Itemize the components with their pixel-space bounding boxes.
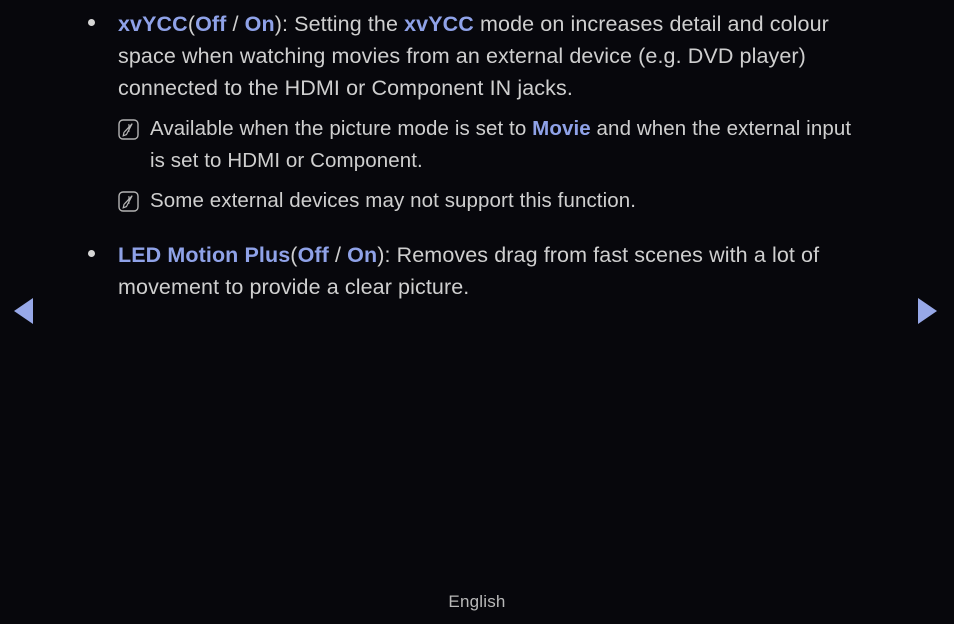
- next-page-arrow[interactable]: [912, 298, 940, 326]
- setting-title-led-motion-plus: LED Motion Plus: [118, 243, 291, 267]
- emanual-page: xvYCC(Off / On): Setting the xvYCC mode …: [0, 0, 954, 624]
- paren-open-led: (: [290, 243, 298, 267]
- note-text: Available when the picture mode is set t…: [150, 113, 868, 177]
- description-emphasis-xvycc: xvYCC: [404, 12, 474, 36]
- note-item: Some external devices may not support th…: [0, 185, 954, 217]
- note-list-xvycc: Available when the picture mode is set t…: [0, 113, 954, 217]
- note-text: Some external devices may not support th…: [150, 185, 868, 217]
- bullet-text-xvycc: xvYCC(Off / On): Setting the xvYCC mode …: [118, 8, 868, 104]
- right-triangle-icon: [918, 298, 937, 324]
- setting-title-xvycc: xvYCC: [118, 12, 188, 36]
- bullet-item-led-motion-plus: LED Motion Plus(Off / On): Removes drag …: [0, 239, 954, 303]
- footer-language-label: English: [448, 592, 506, 611]
- content-area: xvYCC(Off / On): Setting the xvYCC mode …: [0, 0, 954, 303]
- paren-close-led: ):: [377, 243, 397, 267]
- bullet-text-led-motion-plus: LED Motion Plus(Off / On): Removes drag …: [118, 239, 868, 303]
- note-pencil-icon: [118, 191, 139, 212]
- previous-page-arrow[interactable]: [12, 298, 40, 326]
- bullet-dot-icon: [88, 250, 95, 257]
- paren-close-xvycc: ):: [274, 12, 295, 36]
- description-part1-xvycc: Setting the: [294, 12, 405, 36]
- bullet-dot-icon: [88, 19, 95, 26]
- paren-open-xvycc: (: [187, 12, 196, 36]
- note-text-emphasis-movie: Movie: [532, 117, 591, 140]
- note-item: Available when the picture mode is set t…: [0, 113, 954, 177]
- note-pencil-icon: [118, 119, 139, 140]
- bullet-item-xvycc: xvYCC(Off / On): Setting the xvYCC mode …: [0, 8, 954, 104]
- option-off-led[interactable]: Off: [298, 243, 329, 267]
- option-on-led[interactable]: On: [347, 243, 377, 267]
- left-triangle-icon: [14, 298, 33, 324]
- option-on-xvycc[interactable]: On: [245, 12, 275, 36]
- option-separator-led: /: [328, 243, 348, 267]
- note-text-part1: Available when the picture mode is set t…: [150, 117, 533, 140]
- option-off-xvycc[interactable]: Off: [195, 12, 226, 36]
- note-text-part1: Some external devices may not support th…: [150, 189, 637, 212]
- option-separator-xvycc: /: [226, 12, 245, 36]
